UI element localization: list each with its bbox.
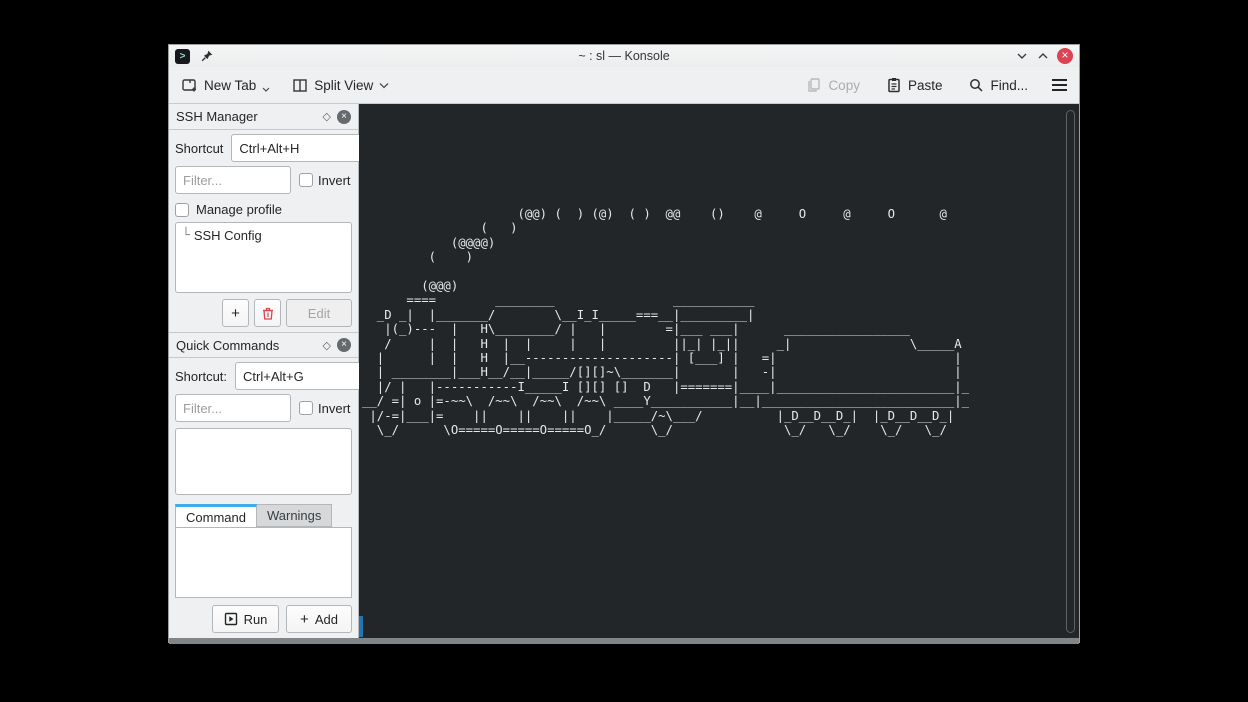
sl-ascii-art: (@@) ( ) (@) ( ) @@ () @ O @ O @ ( ) (@@… [362, 207, 969, 438]
qc-command-editor[interactable] [175, 527, 352, 598]
qc-run-label: Run [244, 612, 268, 627]
run-icon [224, 612, 238, 626]
qc-add-label: Add [315, 612, 338, 627]
tab-warnings[interactable]: Warnings [257, 504, 332, 527]
ssh-config-list: └ SSH Config [175, 222, 352, 293]
terminal-cursor [359, 616, 363, 637]
copy-button[interactable]: Copy [806, 77, 860, 93]
qc-command-list[interactable] [175, 428, 352, 495]
split-view-label: Split View [314, 78, 373, 93]
new-tab-chevron-icon [262, 87, 270, 93]
split-view-chevron-icon [379, 82, 389, 89]
split-view-button[interactable]: Split View [292, 77, 389, 93]
copy-icon [806, 77, 822, 93]
plus-icon: + [231, 305, 240, 322]
close-button[interactable]: × [1057, 48, 1073, 64]
ssh-shortcut-label: Shortcut [175, 141, 223, 156]
quick-commands-title: Quick Commands [176, 338, 279, 353]
split-view-icon [292, 77, 308, 93]
terminal-view[interactable]: (@@) ( ) (@) ( ) @@ () @ O @ O @ ( ) (@@… [359, 104, 1079, 638]
konsole-window: > ~ : sl — Konsole × [168, 44, 1080, 643]
qc-add-button[interactable]: + Add [286, 605, 352, 633]
search-icon [968, 77, 984, 93]
qc-shortcut-label: Shortcut: [175, 369, 227, 384]
ssh-filter-input[interactable] [175, 166, 291, 194]
ssh-config-label: SSH Config [194, 228, 262, 243]
paste-button[interactable]: Paste [886, 77, 943, 93]
qc-invert-label: Invert [318, 401, 351, 416]
ssh-invert-label: Invert [318, 173, 351, 188]
close-panel-icon[interactable]: × [337, 110, 351, 124]
quick-commands-header: Quick Commands ◇ × [169, 332, 358, 358]
copy-label: Copy [828, 78, 860, 93]
tab-command-label: Command [186, 510, 246, 525]
ssh-delete-button[interactable] [254, 299, 281, 327]
window-bottom-edge [169, 638, 1079, 644]
manage-profile-label: Manage profile [196, 202, 282, 217]
tab-warnings-label: Warnings [267, 508, 321, 523]
plugin-sidebar: SSH Manager ◇ × Shortcut Invert Manage p… [169, 104, 359, 638]
ssh-edit-button[interactable]: Edit [286, 299, 352, 327]
manage-profile-checkbox[interactable] [175, 203, 189, 217]
titlebar: > ~ : sl — Konsole × [169, 45, 1079, 67]
ssh-edit-label: Edit [308, 306, 330, 321]
tree-branch-icon: └ [182, 228, 190, 243]
hamburger-menu-icon[interactable] [1052, 79, 1067, 91]
new-tab-button[interactable]: New Tab [181, 77, 270, 94]
qc-run-button[interactable]: Run [212, 605, 279, 633]
new-tab-icon [181, 77, 198, 94]
ssh-manager-header: SSH Manager ◇ × [169, 104, 358, 130]
qc-filter-input[interactable] [175, 394, 291, 422]
ssh-invert-checkbox[interactable] [299, 173, 313, 187]
qc-invert-checkbox[interactable] [299, 401, 313, 415]
minimize-button[interactable] [1015, 49, 1029, 63]
paste-icon [886, 77, 902, 93]
tab-command[interactable]: Command [175, 504, 257, 527]
paste-label: Paste [908, 78, 943, 93]
trash-icon [261, 306, 275, 321]
window-title: ~ : sl — Konsole [169, 49, 1079, 63]
float-panel-icon[interactable]: ◇ [323, 110, 331, 123]
maximize-button[interactable] [1036, 49, 1050, 63]
close-panel-icon[interactable]: × [337, 338, 351, 352]
find-button[interactable]: Find... [968, 77, 1028, 93]
ssh-config-tree-item[interactable]: └ SSH Config [176, 223, 351, 243]
plus-icon: + [300, 611, 309, 628]
ssh-add-button[interactable]: + [222, 299, 249, 327]
main-toolbar: New Tab Split View [169, 67, 1079, 104]
find-label: Find... [990, 78, 1028, 93]
new-tab-label: New Tab [204, 78, 256, 93]
terminal-scrollbar[interactable] [1066, 110, 1075, 633]
float-panel-icon[interactable]: ◇ [323, 339, 331, 352]
ssh-manager-title: SSH Manager [176, 109, 258, 124]
